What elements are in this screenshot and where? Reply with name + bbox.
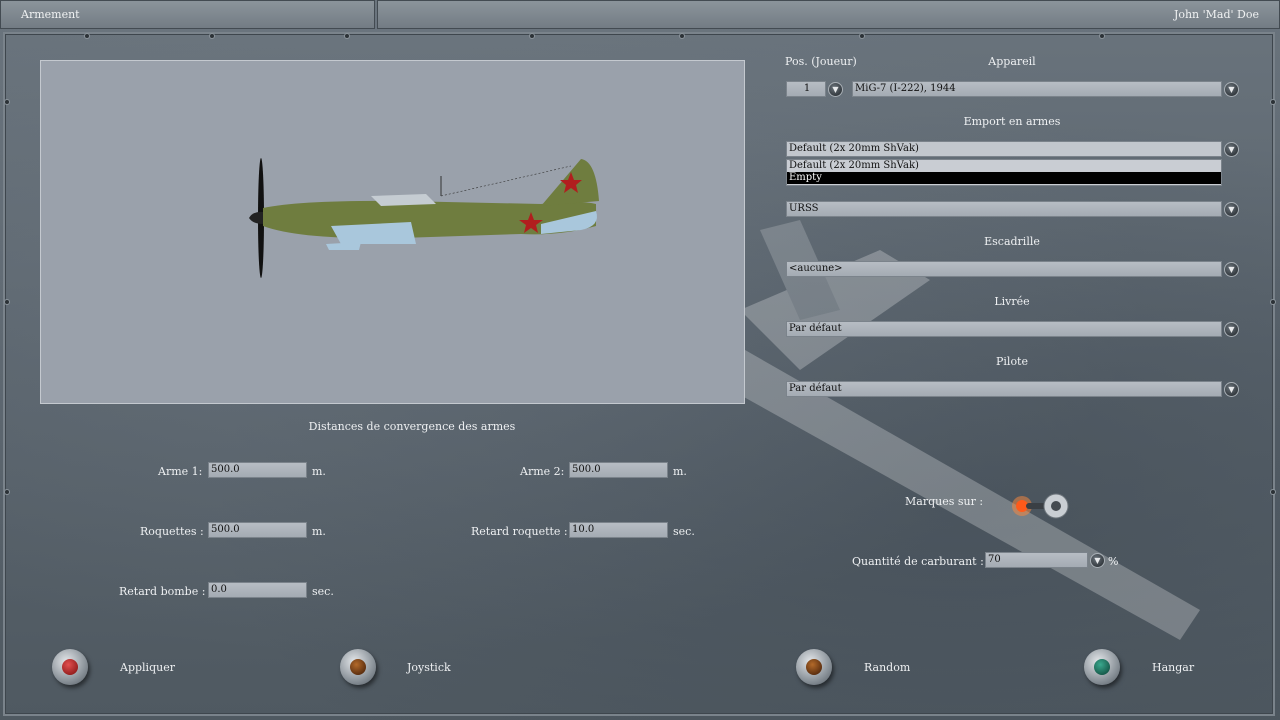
- rockets-label: Roquettes :: [140, 525, 204, 538]
- rocket-delay-input[interactable]: 10.0: [569, 522, 668, 538]
- rivet: [1271, 490, 1275, 494]
- aircraft-preview: [249, 158, 599, 278]
- weapon1-label: Arme 1:: [158, 465, 203, 478]
- loadout-option-empty[interactable]: Empty: [787, 172, 1221, 184]
- chevron-down-icon[interactable]: ▼: [1224, 262, 1239, 277]
- rockets-input[interactable]: 500.0: [208, 522, 307, 538]
- random-label[interactable]: Random: [864, 661, 910, 674]
- fuel-label: Quantité de carburant :: [852, 555, 984, 568]
- red-lamp-icon: [62, 659, 78, 675]
- rivet: [530, 34, 534, 38]
- chevron-down-icon[interactable]: ▼: [1224, 202, 1239, 217]
- weapon2-label: Arme 2:: [520, 465, 565, 478]
- loadout-dropdown-list: Default (2x 20mm ShVak) Empty: [786, 159, 1222, 186]
- rivet: [85, 34, 89, 38]
- apply-label[interactable]: Appliquer: [120, 661, 175, 674]
- weapon1-input[interactable]: 500.0: [208, 462, 307, 478]
- rivet: [210, 34, 214, 38]
- rivet: [5, 100, 9, 104]
- pilot-select[interactable]: Par défaut: [786, 381, 1222, 397]
- joystick-button[interactable]: [340, 649, 376, 685]
- rivet: [860, 34, 864, 38]
- screen-title-tab: Armement: [0, 0, 375, 29]
- rockets-unit: m.: [312, 525, 326, 538]
- player-name: John 'Mad' Doe: [1173, 8, 1259, 21]
- aircraft-select[interactable]: MiG-7 (I-222), 1944: [852, 81, 1222, 97]
- bomb-delay-label: Retard bombe :: [119, 585, 206, 598]
- position-label: Pos. (Joueur): [785, 55, 857, 68]
- rivet: [5, 300, 9, 304]
- markings-label: Marques sur :: [905, 495, 984, 508]
- weapon1-unit: m.: [312, 465, 326, 478]
- loadout-select[interactable]: Default (2x 20mm ShVak): [786, 141, 1222, 157]
- rocket-delay-unit: sec.: [673, 525, 695, 538]
- rivet: [1271, 100, 1275, 104]
- rocket-delay-label: Retard roquette :: [471, 525, 568, 538]
- fuel-unit: %: [1108, 555, 1119, 568]
- livery-select[interactable]: Par défaut: [786, 321, 1222, 337]
- screen-title: Armement: [21, 8, 80, 21]
- chevron-down-icon[interactable]: ▼: [1090, 553, 1105, 568]
- apply-button[interactable]: [52, 649, 88, 685]
- weapon2-unit: m.: [673, 465, 687, 478]
- country-select[interactable]: URSS: [786, 201, 1222, 217]
- position-field[interactable]: 1: [786, 81, 826, 97]
- squadron-label: Escadrille: [984, 235, 1040, 248]
- chevron-down-icon[interactable]: ▼: [828, 82, 843, 97]
- loadout-label: Emport en armes: [963, 115, 1061, 128]
- rivet: [1271, 300, 1275, 304]
- rivet: [680, 34, 684, 38]
- bomb-delay-input[interactable]: 0.0: [208, 582, 307, 598]
- fuel-select[interactable]: 70: [985, 552, 1088, 568]
- weapon2-input[interactable]: 500.0: [569, 462, 668, 478]
- pilot-label: Pilote: [996, 355, 1028, 368]
- markings-toggle-switch[interactable]: [1008, 490, 1072, 522]
- aircraft-preview-viewport[interactable]: [40, 60, 745, 404]
- rivet: [345, 34, 349, 38]
- random-button[interactable]: [796, 649, 832, 685]
- bomb-delay-unit: sec.: [312, 585, 334, 598]
- chevron-down-icon[interactable]: ▼: [1224, 382, 1239, 397]
- amber-lamp-icon: [350, 659, 366, 675]
- hangar-label[interactable]: Hangar: [1152, 661, 1194, 674]
- chevron-down-icon[interactable]: ▼: [1224, 82, 1239, 97]
- joystick-label[interactable]: Joystick: [407, 661, 451, 674]
- rivet: [1100, 34, 1104, 38]
- teal-lamp-icon: [1094, 659, 1110, 675]
- livery-label: Livrée: [994, 295, 1030, 308]
- aircraft-label: Appareil: [988, 55, 1036, 68]
- player-name-bar: John 'Mad' Doe: [377, 0, 1280, 29]
- chevron-down-icon[interactable]: ▼: [1224, 322, 1239, 337]
- convergence-title: Distances de convergence des armes: [308, 420, 516, 433]
- hangar-button[interactable]: [1084, 649, 1120, 685]
- chevron-down-icon[interactable]: ▼: [1224, 142, 1239, 157]
- squadron-select[interactable]: <aucune>: [786, 261, 1222, 277]
- amber-lamp-icon: [806, 659, 822, 675]
- loadout-option-default[interactable]: Default (2x 20mm ShVak): [787, 160, 1221, 172]
- rivet: [5, 490, 9, 494]
